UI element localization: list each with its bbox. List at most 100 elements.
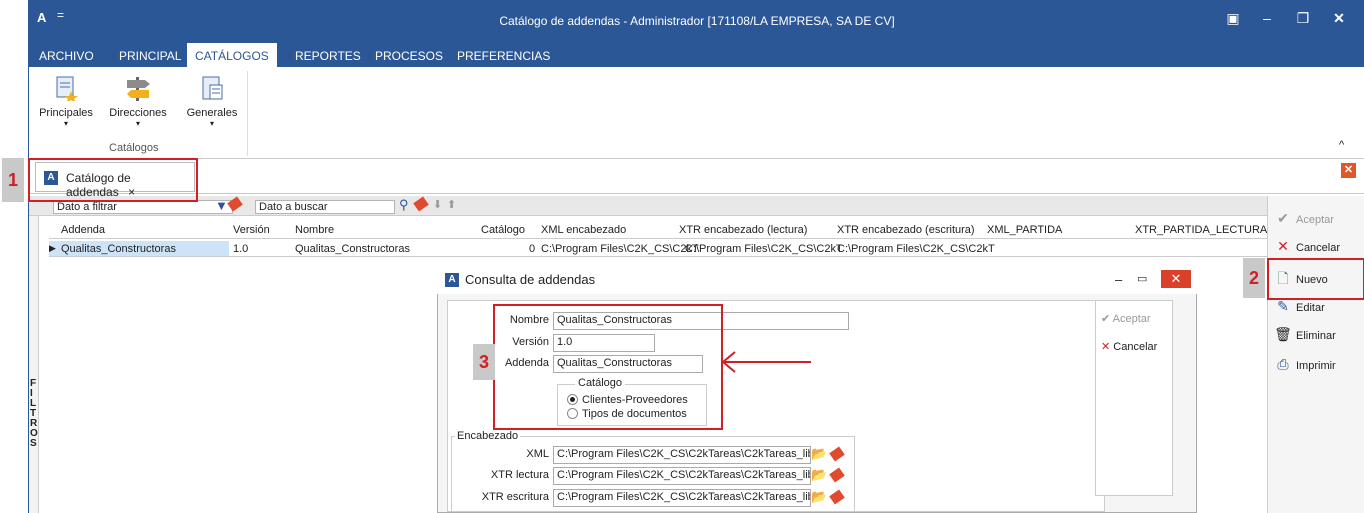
- ribbon-label: Direcciones: [109, 107, 167, 119]
- check-icon: ✔: [1101, 313, 1113, 325]
- editar-label: Editar: [1296, 302, 1325, 314]
- filter-funnel-icon[interactable]: ▼: [215, 198, 228, 213]
- dialog-app-icon: A: [445, 273, 459, 287]
- dialog-title-bar: A Consulta de addendas – ▭ ✕: [437, 266, 1197, 294]
- tab-reportes[interactable]: REPORTES: [287, 47, 369, 67]
- close-window-button[interactable]: ✕: [1325, 10, 1353, 27]
- cell-catalogo[interactable]: 0: [529, 243, 535, 255]
- row-indicator-icon: ▶: [49, 243, 56, 253]
- col-header-addenda[interactable]: Addenda: [61, 224, 105, 236]
- ribbon: Principales ▾ Direcciones ▾ Generales ▾ …: [29, 67, 1364, 159]
- tab-preferencias[interactable]: PREFERENCIAS: [449, 47, 558, 67]
- col-header-xtr-lectura[interactable]: XTR encabezado (lectura): [679, 224, 807, 236]
- imprimir-label: Imprimir: [1296, 360, 1336, 372]
- col-header-xtr-escritura[interactable]: XTR encabezado (escritura): [837, 224, 975, 236]
- dialog-minimize-button[interactable]: –: [1115, 272, 1122, 287]
- ribbon-principales-button[interactable]: Principales ▾: [35, 75, 97, 128]
- dialog-title: Consulta de addendas: [465, 272, 596, 287]
- dialog-maximize-button[interactable]: ▭: [1137, 272, 1147, 285]
- xtr-lectura-label: XTR lectura: [490, 469, 549, 481]
- filter-input[interactable]: Dato a filtrar: [53, 200, 233, 214]
- printer-icon: ⎙: [1277, 356, 1289, 372]
- cell-addenda[interactable]: Qualitas_Constructoras: [61, 243, 176, 255]
- tab-procesos[interactable]: PROCESOS: [367, 47, 451, 67]
- search-input[interactable]: Dato a buscar: [255, 200, 395, 214]
- ribbon-direcciones-button[interactable]: Direcciones ▾: [103, 75, 173, 128]
- cell-xtr-lectura[interactable]: C:\Program Files\C2K_CS\C2kT: [685, 243, 843, 255]
- dialog-cancelar-label: Cancelar: [1113, 341, 1158, 353]
- col-header-xml-encabezado[interactable]: XML encabezado: [541, 224, 626, 236]
- ribbon-group-label: Catálogos: [109, 142, 159, 154]
- editar-button[interactable]: ✎ Editar: [1274, 298, 1325, 315]
- col-header-xtr-partida-lectura[interactable]: XTR_PARTIDA_LECTURA: [1135, 224, 1267, 236]
- tab-principal[interactable]: PRINCIPAL: [111, 47, 189, 67]
- generales-icon: [197, 75, 227, 101]
- step-marker-1: 1: [2, 158, 24, 202]
- cancelar-button[interactable]: ✕ Cancelar: [1274, 238, 1340, 255]
- ribbon-label: Principales: [39, 107, 93, 119]
- col-header-version[interactable]: Versión: [233, 224, 270, 236]
- grid-row-line: [49, 256, 1267, 257]
- restore-button[interactable]: ❐: [1289, 10, 1317, 27]
- ribbon-separator: [247, 71, 248, 156]
- aceptar-label: Aceptar: [1296, 214, 1334, 226]
- ribbon-generales-button[interactable]: Generales ▾: [183, 75, 241, 128]
- xtr-escritura-path-field[interactable]: C:\Program Files\C2K_CS\C2kTareas\C2kTar…: [553, 489, 811, 507]
- xml-path-field[interactable]: C:\Program Files\C2K_CS\C2kTareas\C2kTar…: [553, 446, 811, 464]
- arrow-up-icon[interactable]: ⬆: [447, 198, 456, 211]
- cell-xtr-escritura[interactable]: C:\Program Files\C2K_CS\C2kT: [837, 243, 995, 255]
- principales-icon: [51, 75, 81, 103]
- encabezado-label: Encabezado: [455, 430, 521, 442]
- highlight-box-3: [493, 304, 723, 430]
- close-document-icon[interactable]: ✕: [1341, 163, 1356, 178]
- step-marker-2: 2: [1243, 258, 1265, 298]
- tab-catalogos[interactable]: CATÁLOGOS: [187, 43, 277, 67]
- signpost-icon: [123, 75, 153, 101]
- grid-header-line: [49, 238, 1267, 239]
- aceptar-button[interactable]: ✔ Aceptar: [1274, 210, 1334, 227]
- col-header-xml-partida[interactable]: XML_PARTIDA: [987, 224, 1062, 236]
- ribbon-display-icon[interactable]: ▣: [1219, 10, 1247, 27]
- eliminar-button[interactable]: 🗑 Eliminar: [1274, 326, 1336, 343]
- edit-document-icon: ✎: [1277, 298, 1289, 314]
- minimize-button[interactable]: –: [1253, 10, 1281, 26]
- window-title: Catálogo de addendas - Administrador [17…: [499, 14, 895, 28]
- dialog-actions: [1095, 300, 1173, 496]
- x-icon: ✕: [1277, 238, 1289, 254]
- xtr-lectura-path-field[interactable]: C:\Program Files\C2K_CS\C2kTareas\C2kTar…: [553, 467, 811, 485]
- eliminar-label: Eliminar: [1296, 330, 1336, 342]
- red-arrow-icon: [721, 351, 811, 373]
- arrow-down-icon[interactable]: ⬇: [433, 198, 442, 211]
- cell-nombre[interactable]: Qualitas_Constructoras: [295, 243, 410, 255]
- filters-side-panel[interactable]: [29, 216, 39, 513]
- col-header-nombre[interactable]: Nombre: [295, 224, 334, 236]
- app-window: A = Catálogo de addendas - Administrador…: [28, 0, 1364, 513]
- filtros-letter: S: [30, 438, 37, 449]
- dialog-cancelar-button[interactable]: ✕ Cancelar: [1101, 340, 1157, 353]
- document-tab-bar: [29, 160, 1364, 194]
- ribbon-label: Generales: [186, 107, 238, 119]
- tab-archivo[interactable]: ARCHIVO: [31, 47, 102, 67]
- search-icon[interactable]: ⚲: [399, 197, 409, 213]
- imprimir-button[interactable]: ⎙ Imprimir: [1274, 356, 1336, 373]
- check-icon: ✔: [1277, 210, 1289, 226]
- dialog-aceptar-label: Aceptar: [1112, 313, 1151, 325]
- trash-icon: 🗑: [1274, 326, 1292, 342]
- xtr-escritura-label: XTR escritura: [481, 491, 549, 503]
- open-folder-icon[interactable]: 📂: [811, 489, 827, 505]
- dialog-aceptar-button[interactable]: ✔ Aceptar: [1101, 312, 1151, 325]
- cancelar-label: Cancelar: [1296, 242, 1341, 254]
- open-folder-icon[interactable]: 📂: [811, 446, 827, 462]
- highlight-box-2: [1267, 258, 1364, 300]
- xml-label: XML: [526, 448, 549, 460]
- collapse-ribbon-icon[interactable]: ^: [1339, 139, 1344, 151]
- title-bar: A = Catálogo de addendas - Administrador…: [29, 0, 1364, 43]
- cell-version[interactable]: 1.0: [233, 243, 248, 255]
- cell-xml-encabezado[interactable]: C:\Program Files\C2K_CS\C2kT: [541, 243, 699, 255]
- open-folder-icon[interactable]: 📂: [811, 467, 827, 483]
- step-marker-3: 3: [473, 344, 495, 380]
- dialog-close-button[interactable]: ✕: [1161, 270, 1191, 288]
- x-icon: ✕: [1101, 341, 1114, 353]
- col-header-catalogo[interactable]: Catálogo: [481, 224, 525, 236]
- highlight-box-1: [28, 158, 198, 202]
